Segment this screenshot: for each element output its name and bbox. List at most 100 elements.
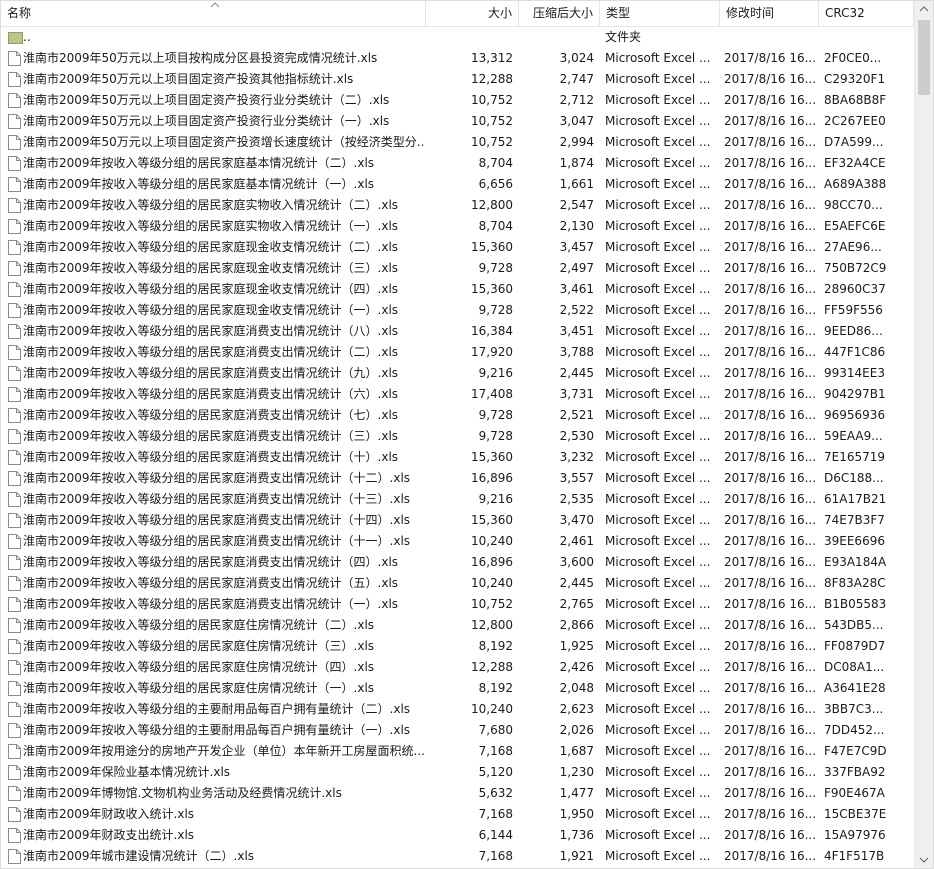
column-header-modified[interactable]: 修改时间: [720, 1, 819, 26]
file-row[interactable]: 淮南市2009年按收入等级分组的居民家庭消费支出情况统计（三）.xls 9,728…: [1, 426, 914, 447]
file-name: 淮南市2009年按收入等级分组的主要耐用品每百户拥有量统计（一）.xls: [23, 723, 411, 737]
file-row[interactable]: 淮南市2009年按收入等级分组的居民家庭消费支出情况统计（十一）.xls 10,2…: [1, 531, 914, 552]
file-modified-time: 2017/8/16 16...: [724, 534, 817, 548]
file-row[interactable]: 淮南市2009年按收入等级分组的居民家庭现金收支情况统计（三）.xls 9,728…: [1, 258, 914, 279]
file-modified-time: 2017/8/16 16...: [724, 240, 817, 254]
file-modified-time: 2017/8/16 16...: [724, 597, 817, 611]
file-type: Microsoft Excel ...: [605, 324, 711, 338]
file-row[interactable]: 淮南市2009年50万元以上项目固定资产投资增长速度统计（按经济类型分... 10…: [1, 132, 914, 153]
file-row[interactable]: 淮南市2009年保险业基本情况统计.xls 5,120 1,230 Microsoft…: [1, 762, 914, 783]
file-name: 淮南市2009年按收入等级分组的居民家庭住房情况统计（一）.xls: [23, 681, 375, 695]
file-crc32: 8BA68B8F: [824, 93, 887, 107]
file-row[interactable]: 淮南市2009年按收入等级分组的居民家庭消费支出情况统计（二）.xls 17,92…: [1, 342, 914, 363]
file-type: Microsoft Excel ...: [605, 282, 711, 296]
column-header-crc32-label: CRC32: [825, 6, 865, 20]
file-row[interactable]: 淮南市2009年按收入等级分组的居民家庭实物收入情况统计（二）.xls 12,80…: [1, 195, 914, 216]
file-size: 12,800: [471, 198, 513, 212]
file-crc32: 74E7B3F7: [824, 513, 885, 527]
file-row[interactable]: 淮南市2009年按收入等级分组的主要耐用品每百户拥有量统计（一）.xls 7,68…: [1, 720, 914, 741]
file-crc32: 61A17B21: [824, 492, 887, 506]
file-row[interactable]: 淮南市2009年财政收入统计.xls 7,168 1,950 Microsoft Ex…: [1, 804, 914, 825]
file-row[interactable]: 淮南市2009年按收入等级分组的居民家庭消费支出情况统计（十）.xls 15,36…: [1, 447, 914, 468]
file-row[interactable]: 淮南市2009年按用途分的房地产开发企业（单位）本年新开工房屋面积统... 7,1…: [1, 741, 914, 762]
file-name: 淮南市2009年按收入等级分组的居民家庭消费支出情况统计（十）.xls: [23, 450, 399, 464]
file-type: Microsoft Excel ...: [605, 786, 711, 800]
file-crc32: E5AEFC6E: [824, 219, 886, 233]
file-icon: [8, 471, 21, 486]
file-row[interactable]: 淮南市2009年按收入等级分组的居民家庭消费支出情况统计（十二）.xls 16,8…: [1, 468, 914, 489]
file-size: 16,384: [471, 324, 513, 338]
file-row[interactable]: 淮南市2009年城市建设情况统计（二）.xls 7,168 1,921 Microso…: [1, 846, 914, 867]
file-modified-time: 2017/8/16 16...: [724, 450, 817, 464]
chevron-up-icon: [919, 6, 929, 12]
file-row[interactable]: 淮南市2009年按收入等级分组的居民家庭实物收入情况统计（一）.xls 8,704…: [1, 216, 914, 237]
file-compressed-size: 3,024: [559, 51, 594, 65]
file-size: 8,192: [478, 681, 513, 695]
file-row[interactable]: 淮南市2009年按收入等级分组的居民家庭消费支出情况统计（六）.xls 17,40…: [1, 384, 914, 405]
column-header-bar: 名称 大小 压缩后大小 类型 修改时间 CRC32: [1, 1, 914, 27]
file-modified-time: 2017/8/16 16...: [724, 72, 817, 86]
file-compressed-size: 2,521: [559, 408, 594, 422]
file-modified-time: 2017/8/16 16...: [724, 366, 817, 380]
file-modified-time: 2017/8/16 16...: [724, 660, 817, 674]
file-type: Microsoft Excel ...: [605, 492, 711, 506]
file-name: 淮南市2009年财政收入统计.xls: [23, 807, 195, 821]
vertical-scrollbar[interactable]: [914, 1, 933, 868]
file-row[interactable]: 淮南市2009年按收入等级分组的居民家庭消费支出情况统计（四）.xls 16,89…: [1, 552, 914, 573]
file-row[interactable]: 淮南市2009年财政支出统计.xls 6,144 1,736 Microsoft Ex…: [1, 825, 914, 846]
file-row[interactable]: 淮南市2009年按收入等级分组的居民家庭住房情况统计（一）.xls 8,192 2,…: [1, 678, 914, 699]
file-row[interactable]: 淮南市2009年50万元以上项目固定资产投资行业分类统计（二）.xls 10,75…: [1, 90, 914, 111]
scroll-up-button[interactable]: [915, 1, 933, 18]
file-row[interactable]: 淮南市2009年按收入等级分组的居民家庭现金收支情况统计（二）.xls 15,36…: [1, 237, 914, 258]
file-modified-time: 2017/8/16 16...: [724, 282, 817, 296]
file-compressed-size: 3,451: [559, 324, 594, 338]
file-name: 淮南市2009年按收入等级分组的居民家庭消费支出情况统计（八）.xls: [23, 324, 399, 338]
file-row[interactable]: 淮南市2009年按收入等级分组的居民家庭住房情况统计（二）.xls 12,800 2…: [1, 615, 914, 636]
file-row[interactable]: 淮南市2009年按收入等级分组的居民家庭基本情况统计（二）.xls 8,704 1,…: [1, 153, 914, 174]
file-name: 淮南市2009年按收入等级分组的居民家庭消费支出情况统计（十一）.xls: [23, 534, 411, 548]
file-name: 淮南市2009年按收入等级分组的居民家庭住房情况统计（二）.xls: [23, 618, 375, 632]
file-row[interactable]: 淮南市2009年按收入等级分组的居民家庭住房情况统计（四）.xls 12,288 2…: [1, 657, 914, 678]
file-name: 淮南市2009年按收入等级分组的居民家庭消费支出情况统计（九）.xls: [23, 366, 399, 380]
file-row[interactable]: 淮南市2009年50万元以上项目按构成分区县投资完成情况统计.xls 13,312…: [1, 48, 914, 69]
file-row[interactable]: 淮南市2009年按收入等级分组的居民家庭消费支出情况统计（九）.xls 9,216…: [1, 363, 914, 384]
file-row[interactable]: 淮南市2009年按收入等级分组的主要耐用品每百户拥有量统计（二）.xls 10,2…: [1, 699, 914, 720]
parent-folder-row[interactable]: .. 文件夹: [1, 27, 914, 48]
file-row[interactable]: 淮南市2009年按收入等级分组的居民家庭基本情况统计（一）.xls 6,656 1,…: [1, 174, 914, 195]
file-name: 淮南市2009年按收入等级分组的居民家庭消费支出情况统计（七）.xls: [23, 408, 399, 422]
file-icon: [8, 429, 21, 444]
file-row[interactable]: 淮南市2009年按收入等级分组的居民家庭现金收支情况统计（四）.xls 15,36…: [1, 279, 914, 300]
file-size: 5,632: [478, 786, 513, 800]
file-compressed-size: 2,130: [559, 219, 594, 233]
file-icon: [8, 219, 21, 234]
file-row[interactable]: 淮南市2009年按收入等级分组的居民家庭消费支出情况统计（十三）.xls 9,21…: [1, 489, 914, 510]
file-row[interactable]: 淮南市2009年按收入等级分组的居民家庭现金收支情况统计（一）.xls 9,728…: [1, 300, 914, 321]
column-header-compressed-size[interactable]: 压缩后大小: [519, 1, 600, 26]
file-row[interactable]: 淮南市2009年按收入等级分组的居民家庭消费支出情况统计（八）.xls 16,38…: [1, 321, 914, 342]
file-icon: [8, 345, 21, 360]
column-header-size[interactable]: 大小: [426, 1, 519, 26]
scroll-thumb[interactable]: [918, 20, 930, 95]
archive-file-list-window: 名称 大小 压缩后大小 类型 修改时间 CRC32 .. 文件夹 淮南市2009…: [0, 0, 934, 869]
file-row[interactable]: 淮南市2009年按收入等级分组的居民家庭消费支出情况统计（七）.xls 9,728…: [1, 405, 914, 426]
column-header-name[interactable]: 名称: [1, 1, 426, 26]
file-name: 淮南市2009年博物馆.文物机构业务活动及经费情况统计.xls: [23, 786, 342, 800]
file-crc32: FF59F556: [824, 303, 883, 317]
file-row[interactable]: 淮南市2009年按收入等级分组的居民家庭消费支出情况统计（一）.xls 10,75…: [1, 594, 914, 615]
file-row[interactable]: 淮南市2009年按收入等级分组的居民家庭消费支出情况统计（五）.xls 10,24…: [1, 573, 914, 594]
file-row[interactable]: 淮南市2009年50万元以上项目固定资产投资行业分类统计（一）.xls 10,75…: [1, 111, 914, 132]
file-size: 7,168: [478, 744, 513, 758]
column-header-type[interactable]: 类型: [600, 1, 720, 26]
file-modified-time: 2017/8/16 16...: [724, 555, 817, 569]
file-row[interactable]: 淮南市2009年按收入等级分组的居民家庭住房情况统计（三）.xls 8,192 1,…: [1, 636, 914, 657]
column-header-crc32[interactable]: CRC32: [819, 1, 914, 26]
file-compressed-size: 2,530: [559, 429, 594, 443]
file-type: Microsoft Excel ...: [605, 555, 711, 569]
file-modified-time: 2017/8/16 16...: [724, 702, 817, 716]
file-icon: [8, 450, 21, 465]
scroll-down-button[interactable]: [915, 851, 933, 868]
file-row[interactable]: 淮南市2009年50万元以上项目固定资产投资其他指标统计.xls 12,288 2,…: [1, 69, 914, 90]
file-icon: [8, 135, 21, 150]
file-row[interactable]: 淮南市2009年博物馆.文物机构业务活动及经费情况统计.xls 5,632 1,47…: [1, 783, 914, 804]
file-row[interactable]: 淮南市2009年按收入等级分组的居民家庭消费支出情况统计（十四）.xls 15,3…: [1, 510, 914, 531]
